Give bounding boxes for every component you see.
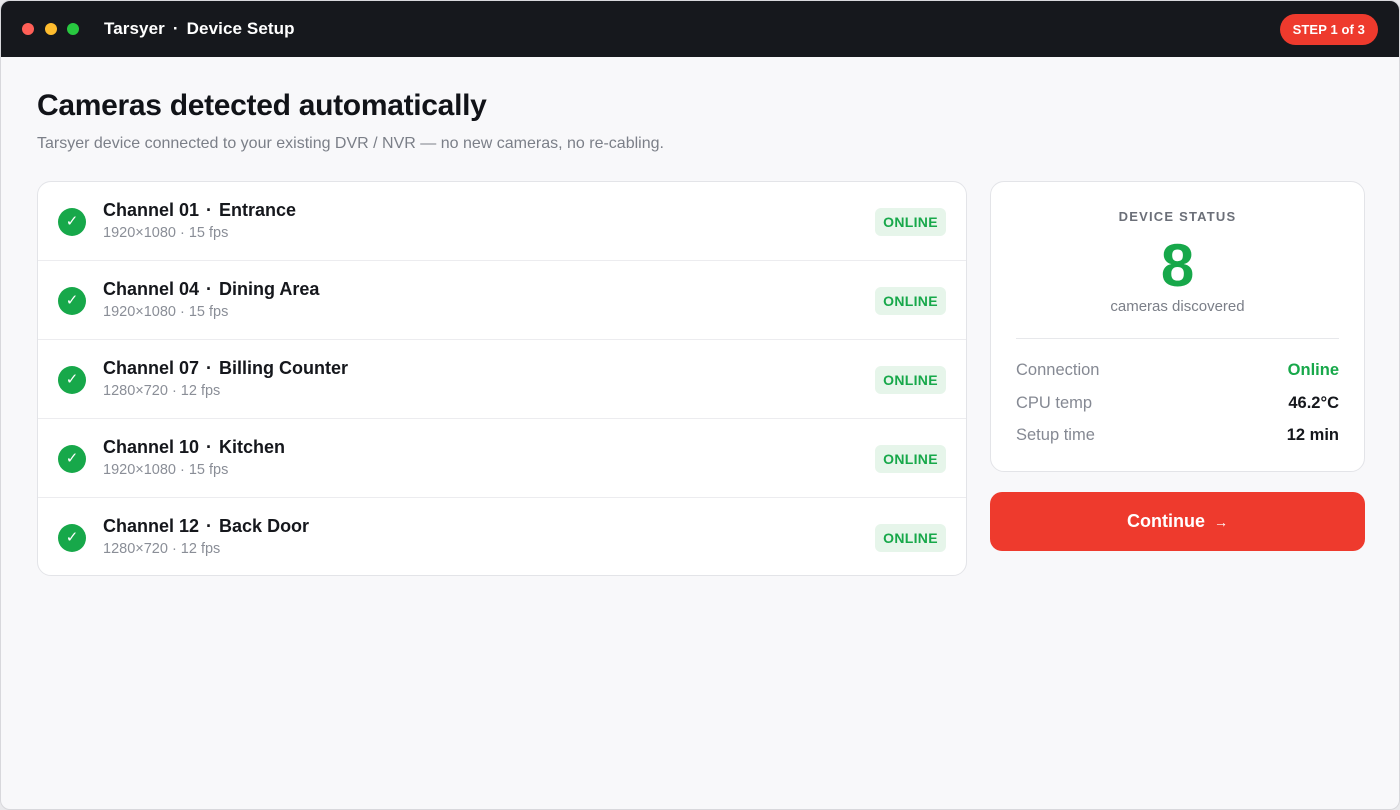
camera-channel: Channel 04 — [103, 279, 200, 299]
camera-location: Entrance — [219, 200, 297, 220]
name-separator: · — [206, 279, 213, 299]
camera-location: Kitchen — [219, 437, 286, 457]
stat-label: CPU temp — [1016, 393, 1093, 412]
camera-name: Channel 10 · Kitchen — [103, 437, 285, 458]
name-separator: · — [206, 358, 213, 378]
device-status-card: DEVICE STATUS 8 cameras discovered Conne… — [990, 181, 1365, 472]
continue-label: Continue — [1126, 511, 1205, 531]
screen-title: Device Setup — [186, 19, 295, 38]
camera-specs: 1920×1080 · 15 fps — [103, 304, 229, 320]
camera-row[interactable]: ✓ Channel 10 · Kitchen 1920×1080 · 15 fps … — [38, 419, 966, 498]
title-separator: · — [172, 19, 179, 38]
check-circle-icon: ✓ — [58, 445, 86, 473]
camera-channel: Channel 10 — [103, 437, 200, 457]
connection-value: Online — [1287, 360, 1339, 379]
status-badge: ONLINE — [875, 208, 946, 236]
camera-channel: Channel 12 — [103, 516, 200, 536]
camera-specs: 1920×1080 · 15 fps — [103, 225, 229, 241]
camera-row[interactable]: ✓ Channel 04 · Dining Area 1920×1080 · 15 … — [38, 261, 966, 340]
setup-window: Tarsyer · Device Setup STEP 1 of 3 Cameras… — [0, 0, 1400, 810]
stat-label: Setup time — [1016, 425, 1095, 444]
camera-location: Dining Area — [219, 279, 320, 299]
device-status-title: DEVICE STATUS — [1118, 209, 1237, 224]
cameras-discovered-count: 8 — [1160, 232, 1195, 299]
check-circle-icon: ✓ — [58, 208, 86, 236]
stat-label: Connection — [1016, 360, 1100, 379]
minimize-window-button[interactable] — [45, 23, 57, 35]
status-badge: ONLINE — [875, 287, 946, 315]
name-separator: · — [206, 516, 213, 536]
status-divider — [1016, 338, 1339, 339]
camera-location: Billing Counter — [219, 358, 349, 378]
name-separator: · — [206, 437, 213, 457]
status-badge: ONLINE — [875, 445, 946, 473]
camera-name: Channel 12 · Back Door — [103, 516, 309, 537]
status-badge: ONLINE — [875, 366, 946, 394]
camera-row[interactable]: ✓ Channel 12 · Back Door 1280×720 · 12 fps… — [38, 498, 966, 575]
status-badge: ONLINE — [875, 524, 946, 552]
check-circle-icon: ✓ — [58, 524, 86, 552]
check-circle-icon: ✓ — [58, 287, 86, 315]
stat-row-connection: Connection Online — [1016, 358, 1339, 382]
camera-row[interactable]: ✓ Channel 07 · Billing Counter 1280×720 · … — [38, 340, 966, 419]
camera-location: Back Door — [219, 516, 310, 536]
check-circle-icon: ✓ — [58, 366, 86, 394]
camera-row[interactable]: ✓ Channel 01 · Entrance 1920×1080 · 15 fps… — [38, 182, 966, 261]
stat-row-cpu-temp: CPU temp 46.2°C — [1016, 391, 1339, 415]
camera-name: Channel 07 · Billing Counter — [103, 358, 348, 379]
setup-time-value: 12 min — [1286, 425, 1339, 444]
cameras-discovered-caption: cameras discovered — [1110, 298, 1245, 315]
title-bar: Tarsyer · Device Setup STEP 1 of 3 — [1, 1, 1399, 57]
arrow-right-icon: → — [1214, 514, 1228, 530]
camera-list: ✓ Channel 01 · Entrance 1920×1080 · 15 fps… — [37, 181, 967, 576]
name-separator: · — [206, 200, 213, 220]
close-window-button[interactable] — [22, 23, 34, 35]
stat-row-setup-time: Setup time 12 min — [1016, 423, 1339, 447]
camera-specs: 1280×720 · 12 fps — [103, 541, 221, 557]
maximize-window-button[interactable] — [67, 23, 79, 35]
continue-button[interactable]: Continue → — [990, 492, 1365, 551]
page-subtitle: Tarsyer device connected to your existin… — [37, 135, 664, 152]
cpu-temp-value: 46.2°C — [1288, 393, 1339, 412]
camera-name: Channel 01 · Entrance — [103, 200, 296, 221]
step-badge: STEP 1 of 3 — [1279, 14, 1378, 45]
app-name: Tarsyer — [104, 19, 165, 38]
camera-specs: 1280×720 · 12 fps — [103, 383, 221, 399]
camera-specs: 1920×1080 · 15 fps — [103, 462, 229, 478]
camera-name: Channel 04 · Dining Area — [103, 279, 319, 300]
page-title: Cameras detected automatically — [37, 89, 487, 122]
camera-channel: Channel 01 — [103, 200, 200, 220]
camera-channel: Channel 07 — [103, 358, 200, 378]
window-title: Tarsyer · Device Setup — [104, 1, 295, 57]
